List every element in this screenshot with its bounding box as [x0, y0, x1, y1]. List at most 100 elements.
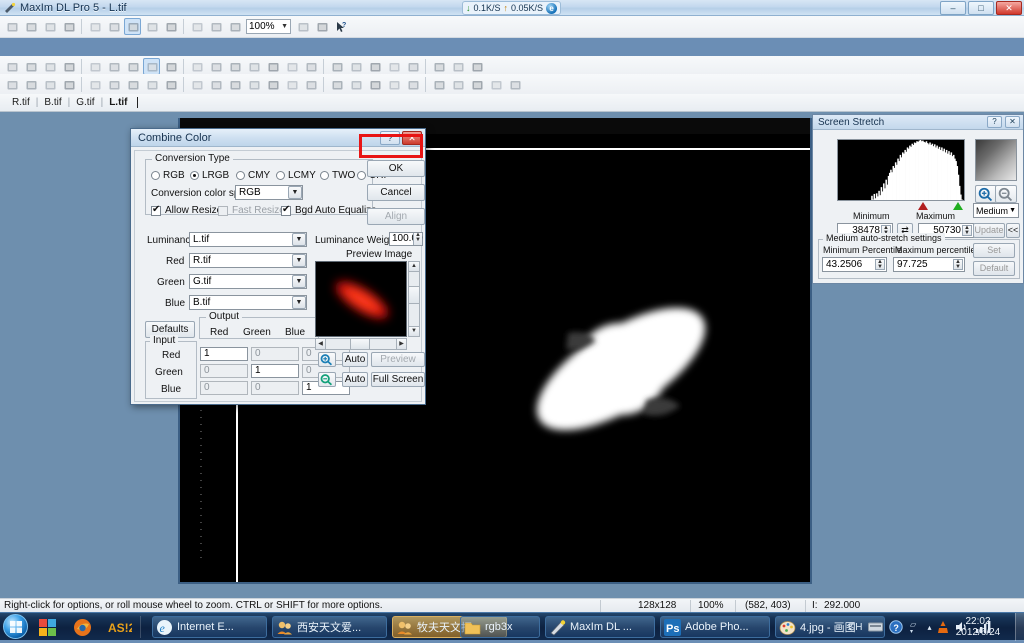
help-icon[interactable]: ? — [889, 620, 903, 634]
toolbar-button[interactable] — [302, 58, 319, 75]
preview-hscrollbar[interactable]: ◀ ▶ — [315, 338, 407, 350]
toolbar-button[interactable] — [162, 58, 179, 75]
toolbar-button[interactable] — [302, 76, 319, 93]
toolbar-button[interactable] — [60, 76, 77, 93]
minimize-button[interactable]: – — [940, 1, 966, 15]
matrix-blue-green[interactable]: 0 — [251, 381, 299, 395]
toolbar-button[interactable] — [226, 76, 243, 93]
scroll-left-icon[interactable]: ◀ — [315, 338, 326, 350]
radio-lcmy[interactable]: LCMY — [276, 170, 316, 181]
vscroll-thumb[interactable] — [408, 286, 420, 304]
toolbar-button[interactable] — [124, 18, 141, 35]
toolbar-button[interactable] — [3, 58, 20, 75]
toolbar-button[interactable] — [347, 76, 364, 93]
toolbar-button[interactable] — [124, 76, 141, 93]
toolbar-button[interactable] — [294, 18, 311, 35]
matrix-green-green[interactable]: 1 — [251, 364, 299, 378]
tab-l-tif[interactable]: L.tif — [103, 97, 133, 108]
quick-launch-firefox[interactable] — [73, 618, 92, 637]
maximum-spinner[interactable]: ▲▼ — [962, 225, 972, 236]
green-select[interactable]: G.tif ▼ — [189, 274, 307, 289]
network-speed-widget[interactable]: ↓ 0.1K/S ↑ 0.05K/S e — [462, 1, 561, 15]
toolbar-button[interactable] — [105, 18, 122, 35]
minimum-percentile-input[interactable]: 43.2506 ▲▼ — [822, 257, 887, 272]
toolbar-button[interactable] — [430, 58, 447, 75]
update-button[interactable]: Update — [973, 223, 1005, 238]
start-button[interactable] — [3, 614, 28, 639]
toolbar-button[interactable] — [86, 76, 103, 93]
matrix-red-red[interactable]: 1 — [200, 347, 248, 361]
toolbar-button[interactable] — [366, 76, 383, 93]
toolbar-button[interactable] — [86, 58, 103, 75]
chevron-down-icon[interactable]: ▼ — [292, 254, 306, 267]
default-button[interactable]: Default — [973, 261, 1015, 276]
toolbar-button[interactable] — [105, 76, 122, 93]
toolbar-button[interactable] — [60, 58, 77, 75]
toolbar-button[interactable] — [347, 58, 364, 75]
toolbar-button[interactable] — [124, 58, 141, 75]
toolbar-button[interactable] — [506, 76, 523, 93]
screen-stretch-help-button[interactable]: ? — [987, 116, 1002, 128]
toolbar-button[interactable] — [105, 58, 122, 75]
chevron-down-icon[interactable]: ▼ — [292, 233, 306, 246]
maximum-percentile-spinner[interactable]: ▲▼ — [953, 259, 963, 270]
scroll-up-icon[interactable]: ▲ — [408, 261, 420, 272]
toolbar-button[interactable] — [283, 76, 300, 93]
set-button[interactable]: Set — [973, 243, 1015, 258]
red-select[interactable]: R.tif ▼ — [189, 253, 307, 268]
toolbar-button[interactable] — [328, 76, 345, 93]
tab-b-tif[interactable]: B.tif — [38, 97, 67, 108]
taskbar-clock[interactable]: 22:02 2012/6/24 — [948, 616, 1008, 638]
preview-auto-bottom-button[interactable]: Auto — [342, 372, 368, 387]
preview-image[interactable] — [315, 261, 407, 337]
maximum-percentile-input[interactable]: 97.725 ▲▼ — [893, 257, 965, 272]
toolbar-button[interactable] — [188, 58, 205, 75]
toolbar-button[interactable] — [328, 58, 345, 75]
toolbar-button[interactable] — [143, 18, 160, 35]
preview-zoom-out-button[interactable] — [318, 372, 336, 387]
context-help-button[interactable]: ? — [332, 18, 349, 35]
toolbar-button[interactable] — [468, 76, 485, 93]
toolbar-button[interactable] — [60, 18, 77, 35]
align-button[interactable]: Align — [367, 208, 425, 225]
toolbar-button[interactable] — [207, 76, 224, 93]
toolbar-button[interactable] — [245, 58, 262, 75]
taskbar-button-internet-explorer[interactable]: e Internet E... — [152, 616, 267, 638]
zoom-level-select[interactable]: 100%▼ — [246, 19, 291, 34]
radio-cmy[interactable]: CMY — [236, 170, 270, 181]
scroll-right-icon[interactable]: ▶ — [396, 338, 407, 350]
toolbar-button[interactable] — [41, 58, 58, 75]
bgd-auto-equalize-checkbox[interactable]: Bgd Auto Equalize — [281, 205, 377, 216]
toolbar-button[interactable] — [188, 76, 205, 93]
toolbar-button[interactable] — [449, 58, 466, 75]
toolbar-button[interactable] — [207, 18, 224, 35]
toolbar-button[interactable] — [22, 76, 39, 93]
quick-launch-as2[interactable]: AS!2 — [108, 618, 132, 637]
network-icon[interactable]: ▱ ▾ — [909, 620, 921, 634]
toolbar-button[interactable] — [188, 18, 205, 35]
toolbar-button[interactable] — [226, 18, 243, 35]
toolbar-button[interactable] — [487, 76, 504, 93]
toolbar-button[interactable] — [41, 76, 58, 93]
close-button[interactable]: ✕ — [996, 1, 1022, 15]
taskbar-button-rgb3x[interactable]: rgb3x — [460, 616, 540, 638]
toolbar-button[interactable] — [162, 18, 179, 35]
toolbar-button[interactable] — [385, 58, 402, 75]
toolbar-button[interactable] — [430, 76, 447, 93]
chevron-down-icon[interactable]: ▼ — [292, 296, 306, 309]
minimum-marker-icon[interactable] — [918, 202, 928, 210]
toolbar-button[interactable] — [3, 18, 20, 35]
toolbar-button[interactable] — [245, 76, 262, 93]
zoom-out-button[interactable] — [995, 185, 1017, 203]
toolbar-button[interactable] — [283, 58, 300, 75]
matrix-red-green[interactable]: 0 — [251, 347, 299, 361]
chevron-down-icon[interactable]: ▼ — [288, 186, 302, 199]
toolbar-button[interactable] — [143, 58, 160, 75]
toolbar-button[interactable] — [449, 76, 466, 93]
toolbar-button[interactable] — [143, 76, 160, 93]
radio-rgb[interactable]: RGB — [151, 170, 185, 181]
toolbar-button[interactable] — [366, 58, 383, 75]
toolbar-button[interactable] — [468, 58, 485, 75]
radio-two[interactable]: TWO — [320, 170, 355, 181]
maximum-marker-icon[interactable] — [953, 202, 963, 210]
